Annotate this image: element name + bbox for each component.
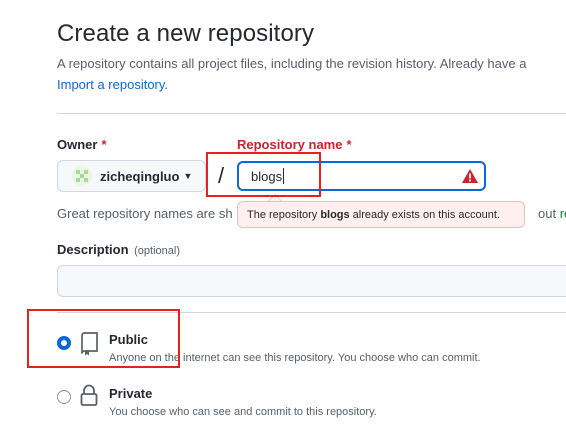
public-radio[interactable] — [57, 336, 71, 350]
import-repository-link[interactable]: Import a repository. — [57, 77, 168, 92]
owner-repo-separator: / — [218, 163, 225, 188]
public-option-label[interactable]: Public — [109, 332, 148, 347]
description-label: Description (optional) — [57, 242, 180, 257]
public-option-description: Anyone on the internet can see this repo… — [109, 352, 481, 364]
hint-link[interactable]: re — [560, 206, 566, 221]
divider — [57, 312, 566, 313]
required-mark: * — [346, 137, 352, 152]
divider — [57, 113, 566, 114]
owner-label: Owner * — [57, 137, 107, 152]
required-mark: * — [101, 137, 107, 152]
alert-icon — [462, 169, 478, 183]
private-option-description: You choose who can see and commit to thi… — [109, 406, 377, 418]
private-option-label[interactable]: Private — [109, 386, 152, 401]
owner-name: zicheqingluo — [100, 168, 180, 184]
page-subtitle: A repository contains all project files,… — [57, 56, 527, 71]
lock-icon — [80, 384, 98, 406]
identicon-icon — [76, 170, 88, 182]
repository-name-hint: Great repository names are sh — [57, 206, 233, 221]
repository-name-hint-end: out re — [538, 206, 566, 221]
avatar — [72, 166, 92, 186]
owner-select-button[interactable]: zicheqingluo ▼ — [57, 160, 206, 192]
tooltip-repo-name: blogs — [320, 208, 350, 221]
private-radio[interactable] — [57, 390, 71, 404]
repository-exists-error-tooltip: The repository blogs already exists on thi… — [237, 201, 525, 228]
page-title: Create a new repository — [57, 20, 315, 47]
chevron-down-icon: ▼ — [183, 171, 193, 181]
repository-name-input[interactable] — [237, 161, 486, 191]
description-input[interactable] — [57, 265, 566, 297]
repository-name-label: Repository name * — [237, 137, 352, 152]
optional-tag: (optional) — [134, 245, 180, 257]
repo-icon — [81, 332, 98, 356]
text-cursor — [283, 168, 284, 184]
